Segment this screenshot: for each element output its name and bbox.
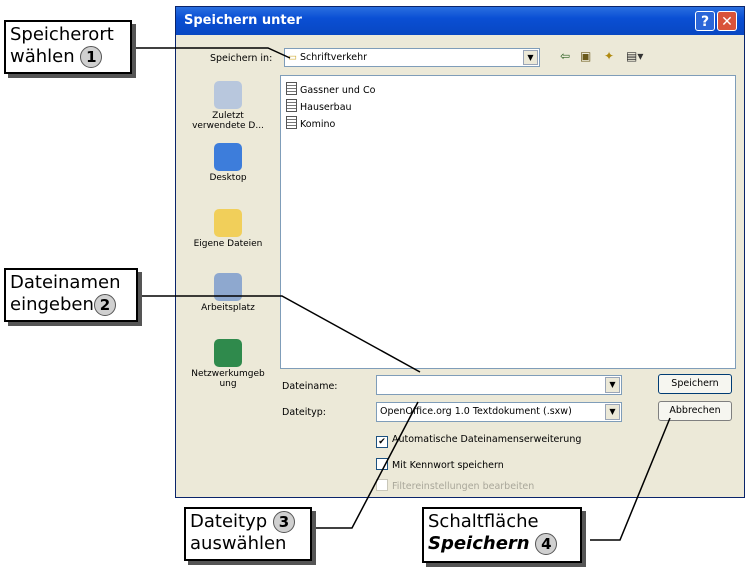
callout-select-filetype: Dateityp 3 auswählen [184,507,312,561]
password-label: Mit Kennwort speichern [392,460,504,471]
checkbox-box [376,479,388,491]
network-icon [214,339,242,367]
step-number-badge: 1 [80,46,103,68]
place-recent-label: Zuletzt verwendete D... [192,111,264,131]
folder-icon [214,209,242,237]
save-in-value: ▭ Schriftverkehr [288,52,367,63]
callout-text: Dateityp [190,511,268,532]
chevron-down-icon[interactable]: ▼ [605,404,620,420]
list-item[interactable]: Gassner und Co [286,82,375,96]
new-folder-icon[interactable]: ✦ [604,49,614,63]
document-icon [286,82,297,95]
callout-text: Dateinamen [10,272,121,293]
document-icon [286,116,297,129]
filename-input[interactable]: ▼ [376,375,622,395]
close-button[interactable]: ✕ [717,11,737,31]
save-button[interactable]: Speichern [658,374,732,394]
callout-enter-filename: Dateinamen eingeben 2 [4,268,138,322]
filetype-dropdown[interactable]: OpenOffice.org 1.0 Textdokument (.sxw) ▼ [376,402,622,422]
recent-icon [214,81,242,109]
up-folder-icon[interactable]: ▣ [580,49,591,63]
filetype-label: Dateityp: [282,407,326,418]
save-in-text: Schriftverkehr [300,52,368,63]
list-item[interactable]: Hauserbau [286,99,352,113]
place-my-documents[interactable]: Eigene Dateien [184,209,272,249]
place-desktop[interactable]: Desktop [184,143,272,183]
desktop-icon [214,143,242,171]
callout-text: Speichern [428,533,530,554]
view-menu-icon[interactable]: ▤▾ [626,49,643,63]
callout-text: Speicherort [10,24,114,45]
checkmark-icon: ✔ [376,436,388,448]
filter-settings-checkbox: Filtereinstellungen bearbeiten [376,479,534,492]
chevron-down-icon[interactable]: ▼ [605,377,620,393]
filename-label: Dateiname: [282,381,338,392]
place-network[interactable]: Netzwerkumgeb ung [184,339,272,389]
help-button[interactable]: ? [695,11,715,31]
file-name: Komino [300,119,336,130]
callout-text: wählen [10,46,75,67]
chevron-down-icon[interactable]: ▼ [523,50,538,65]
place-my-documents-label: Eigene Dateien [193,239,263,249]
file-name: Hauserbau [300,102,352,113]
auto-extension-checkbox[interactable]: ✔ Automatische Dateinamenserweiterung [376,434,581,448]
callout-text: auswählen [190,533,287,554]
place-network-label: Netzwerkumgeb ung [191,369,265,389]
callout-save-button: Schaltfläche Speichern 4 [422,507,582,563]
title-bar: Speichern unter ? ✕ [176,7,744,35]
filetype-value: OpenOffice.org 1.0 Textdokument (.sxw) [380,406,572,417]
place-recent[interactable]: Zuletzt verwendete D... [184,81,272,131]
auto-extension-label: Automatische Dateinamenserweiterung [392,434,582,445]
back-icon[interactable]: ⇦ [560,49,570,63]
file-name: Gassner und Co [300,85,376,96]
document-icon [286,99,297,112]
save-as-dialog: Speichern unter ? ✕ Speichern in: ▭ Schr… [175,6,745,498]
step-number-badge: 3 [272,511,295,533]
place-desktop-label: Desktop [209,173,247,183]
places-bar: Zuletzt verwendete D... Desktop Eigene D… [184,73,272,413]
list-item[interactable]: Komino [286,116,335,130]
checkbox-box [376,458,388,470]
place-my-computer-label: Arbeitsplatz [201,303,255,313]
callout-save-location: Speicherort wählen 1 [4,20,132,74]
step-number-badge: 2 [93,294,116,316]
computer-icon [214,273,242,301]
password-checkbox[interactable]: Mit Kennwort speichern [376,458,504,471]
place-my-computer[interactable]: Arbeitsplatz [184,273,272,313]
save-in-dropdown[interactable]: ▭ Schriftverkehr ▼ [284,48,540,67]
save-in-label: Speichern in: [210,53,273,64]
filter-settings-label: Filtereinstellungen bearbeiten [392,481,535,492]
step-number-badge: 4 [535,533,558,555]
folder-icon: ▭ [288,52,297,63]
dialog-title: Speichern unter [184,13,302,28]
cancel-button[interactable]: Abbrechen [658,401,732,421]
callout-text: Schaltfläche [428,511,539,532]
callout-text: eingeben [10,294,94,315]
file-list[interactable]: Gassner und Co Hauserbau Komino [280,75,736,369]
